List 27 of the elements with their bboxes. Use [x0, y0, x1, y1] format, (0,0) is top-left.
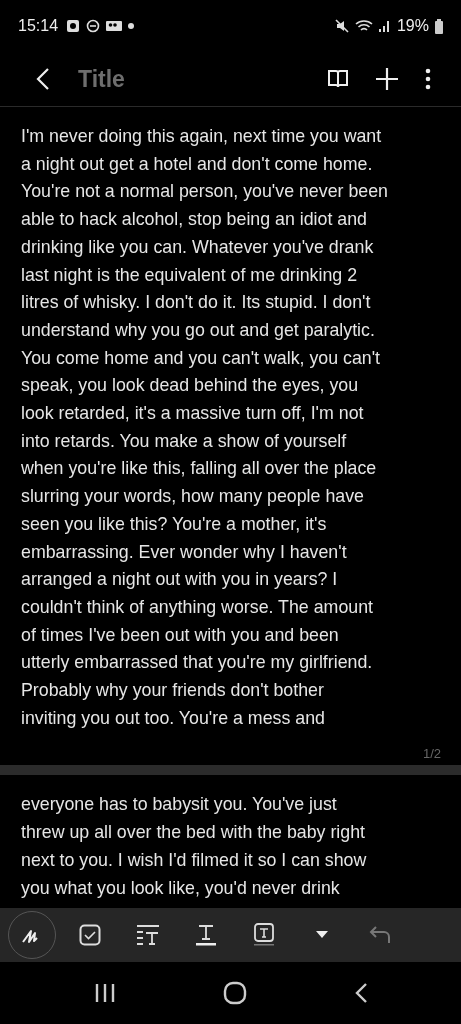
notification-icon [66, 19, 81, 33]
plus-icon [375, 67, 399, 91]
text-box-icon [253, 923, 275, 947]
checkbox-icon [79, 924, 101, 946]
text-underline-icon [195, 923, 217, 947]
caret-icon [316, 931, 328, 939]
undo-icon [369, 926, 391, 944]
book-icon [327, 69, 349, 89]
dot-icon [128, 23, 135, 29]
title-field[interactable]: Title [74, 63, 172, 95]
more-icon [425, 68, 431, 90]
do-not-disturb-icon [86, 19, 101, 33]
note-text[interactable]: I'm never doing this again, next time you want a night out get a hotel and don't come home. You're not a normal person, you've never been able to hack alcohol, stop being an idiot and drinking like you can. Whatever you've drank last night is the equivalent of me drinking 2 litres of whisky. I don't do it. Its stupid. I don't understand why you go out and get paralytic. You come home and you can't walk, you can't speak, you look dead behind the eyes, you look retarded, it's a massive turn off, I'm not into retards. You make a show of yourself when you're like this, falling all over the place slurring your words, how many people have seen you like this? You're a mother, it's embarrassing. Ever wonder why I haven't arranged a night out with you in years? I couldn't think of anything worse. The amount of times I've been out with you and been utterly embarrassed that you're my girlfriend. Probably why your friends don't bother inviting you out too. You're a mess and [21, 123, 441, 733]
wifi-icon [354, 19, 373, 33]
battery-percentage: 19% [396, 17, 429, 35]
page-number: 1/2 [421, 745, 441, 764]
back-icon [353, 982, 368, 1004]
status-time: 15:14 [18, 17, 59, 35]
mute-icon [334, 19, 349, 33]
home-icon [222, 981, 247, 1005]
note-text[interactable]: everyone has to babysit you. You've just threw up all over the bed with the baby right next to you. I wish I'd filmed it so I can show you what you look like, you'd never drink [21, 791, 441, 903]
signal-icon [378, 19, 391, 33]
back-icon [36, 67, 50, 91]
text-style-icon [136, 924, 160, 946]
battery-icon [435, 18, 443, 34]
voicemail-icon [106, 19, 123, 33]
recent-apps-icon [93, 983, 116, 1003]
